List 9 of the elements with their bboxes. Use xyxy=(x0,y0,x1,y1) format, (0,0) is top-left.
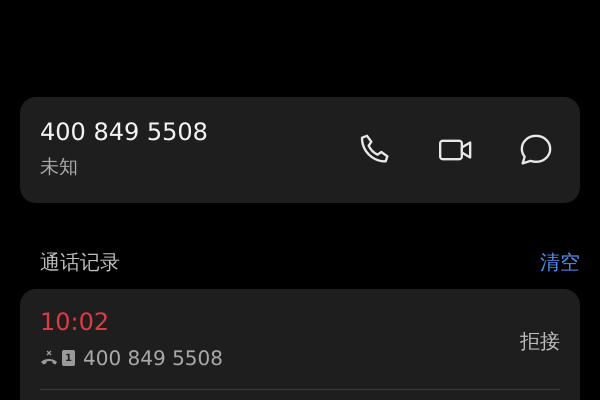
section-title: 通话记录 xyxy=(40,249,120,276)
call-result: 拒接 xyxy=(520,328,560,356)
declined-call-icon xyxy=(40,350,58,366)
sim-card-icon: 1 xyxy=(62,350,75,366)
caller-number: 400 849 5508 xyxy=(83,345,223,372)
number-location: 未知 xyxy=(40,155,79,180)
call-time: 10:02 xyxy=(40,309,110,336)
phone-number: 400 849 5508 xyxy=(40,118,208,148)
clear-button[interactable]: 清空 xyxy=(540,247,580,277)
